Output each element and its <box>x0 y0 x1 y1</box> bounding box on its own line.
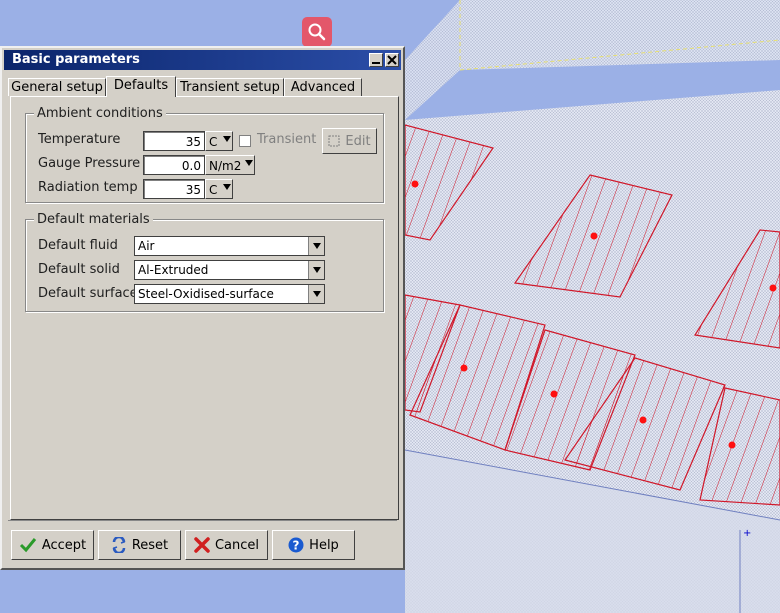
cancel-x-icon <box>194 537 210 553</box>
edit-button-label: Edit <box>345 133 371 149</box>
chevron-down-icon <box>313 291 321 297</box>
temperature-unit-value: C <box>209 135 218 149</box>
search-badge[interactable] <box>302 17 332 47</box>
default-surface-value: Steel-Oxidised-surface <box>138 287 274 301</box>
default-materials-legend: Default materials <box>34 212 153 227</box>
default-surface-select[interactable]: Steel-Oxidised-surface <box>134 284 325 304</box>
dropdown-button[interactable] <box>308 261 324 279</box>
temperature-input[interactable]: 35 <box>143 131 205 151</box>
help-button-label: Help <box>309 537 339 553</box>
transient-label: Transient <box>257 132 317 147</box>
default-fluid-select[interactable]: Air <box>134 236 325 256</box>
default-surface-label: Default surface <box>38 286 138 301</box>
ambient-conditions-legend: Ambient conditions <box>34 106 166 121</box>
ambient-conditions-group: Ambient conditions Temperature 35 C Tran… <box>25 106 384 203</box>
radiation-unit-value: C <box>209 183 218 197</box>
temperature-label: Temperature <box>38 132 121 147</box>
basic-parameters-dialog: Basic parameters General setup Defaults … <box>0 46 405 570</box>
chevron-down-icon <box>313 267 321 273</box>
accept-button[interactable]: Accept <box>11 530 94 560</box>
temperature-unit-select[interactable]: C <box>205 131 233 151</box>
svg-text:?: ? <box>293 539 300 553</box>
reset-button[interactable]: Reset <box>98 530 181 560</box>
default-fluid-value: Air <box>138 239 155 253</box>
radiation-temp-label: Radiation temp <box>38 180 138 195</box>
reset-button-label: Reset <box>131 537 169 553</box>
dialog-title-bar[interactable]: Basic parameters <box>4 50 401 70</box>
help-button[interactable]: ? Help <box>272 530 355 560</box>
tab-transient-setup[interactable]: Transient setup <box>176 78 284 96</box>
chevron-down-icon <box>313 243 321 249</box>
checkmark-icon <box>19 538 37 553</box>
edit-button[interactable]: Edit <box>322 128 377 154</box>
cancel-button-label: Cancel <box>214 537 260 553</box>
dropdown-button[interactable] <box>308 237 324 255</box>
search-icon <box>308 23 326 41</box>
defaults-tab-panel: Ambient conditions Temperature 35 C Tran… <box>10 96 399 520</box>
edit-icon <box>328 135 340 147</box>
gauge-pressure-label: Gauge Pressure <box>38 156 141 171</box>
pressure-unit-select[interactable]: N/m2 <box>205 155 255 175</box>
chevron-down-icon <box>223 184 231 190</box>
dropdown-button[interactable] <box>308 285 324 303</box>
default-fluid-label: Default fluid <box>38 238 118 253</box>
default-solid-value: Al-Extruded <box>138 263 209 277</box>
close-icon <box>387 55 397 65</box>
minimize-button[interactable] <box>369 53 383 67</box>
chevron-down-icon <box>223 136 231 142</box>
dialog-title: Basic parameters <box>12 52 140 67</box>
tab-advanced[interactable]: Advanced <box>284 78 362 96</box>
transient-checkbox[interactable] <box>239 135 251 147</box>
tab-general-setup[interactable]: General setup <box>8 78 106 96</box>
gauge-pressure-input[interactable]: 0.0 <box>143 155 205 175</box>
radiation-unit-select[interactable]: C <box>205 179 233 199</box>
reset-icon <box>112 537 126 553</box>
close-button[interactable] <box>385 53 399 67</box>
svg-text:+: + <box>743 528 751 539</box>
button-row-separator <box>8 520 397 521</box>
chevron-down-icon <box>245 160 253 166</box>
default-materials-group: Default materials Default fluid Air Defa… <box>25 212 384 312</box>
minimize-icon <box>372 62 380 64</box>
radiation-temp-input[interactable]: 35 <box>143 179 205 199</box>
pressure-unit-value: N/m2 <box>209 159 242 173</box>
default-solid-select[interactable]: Al-Extruded <box>134 260 325 280</box>
cancel-button[interactable]: Cancel <box>185 530 268 560</box>
tab-defaults[interactable]: Defaults <box>106 76 176 97</box>
help-icon: ? <box>288 537 304 553</box>
default-solid-label: Default solid <box>38 262 120 277</box>
accept-button-label: Accept <box>41 537 87 553</box>
